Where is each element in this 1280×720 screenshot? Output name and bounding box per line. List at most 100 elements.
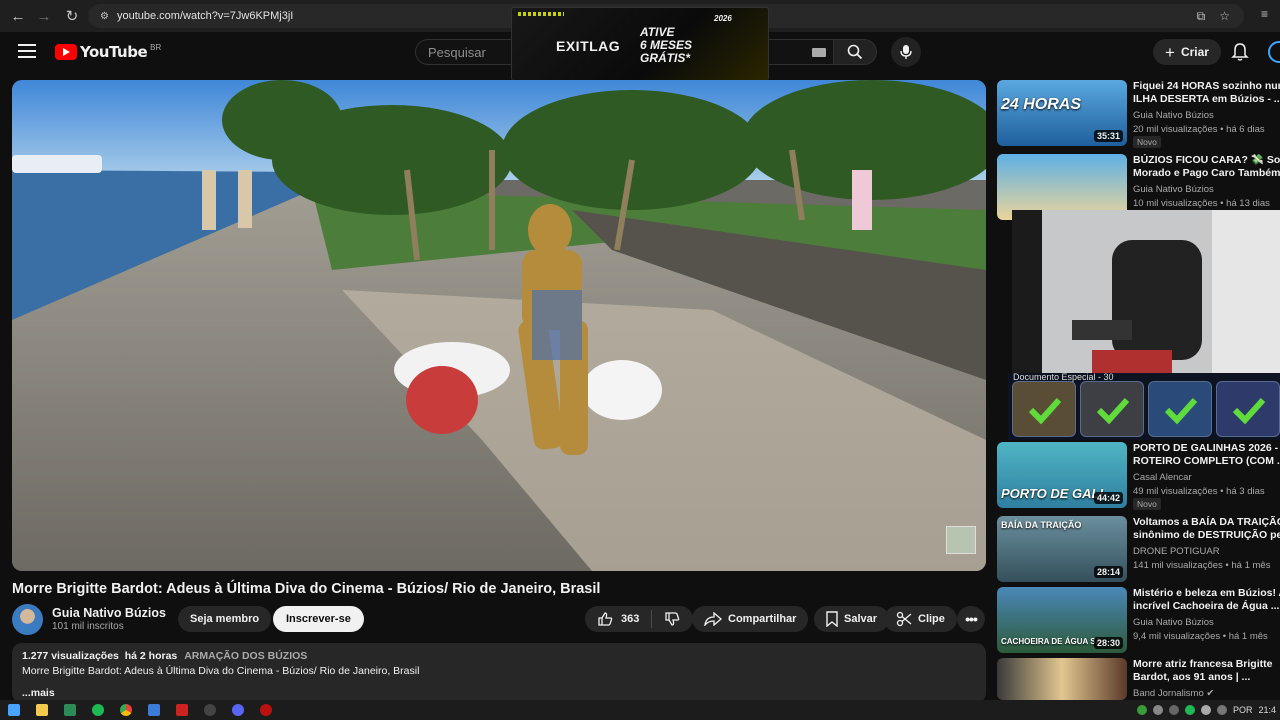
recommendation-channel[interactable]: Guia Nativo Búzios: [1133, 110, 1214, 121]
install-icon[interactable]: ⧉: [1197, 9, 1206, 24]
picture-in-picture-thumbnail[interactable]: [946, 526, 976, 554]
video-thumbnail[interactable]: 24 HORAS 35:31: [997, 80, 1127, 146]
recommendation-item[interactable]: 24 HORAS 35:31 Fiquei 24 HORAS sozinho n…: [997, 80, 1280, 148]
site-info-icon[interactable]: ⚙: [100, 11, 109, 22]
like-dislike-group: 363: [585, 606, 693, 632]
youtube-play-icon: [55, 44, 77, 60]
tray-icon[interactable]: [1200, 705, 1211, 715]
recommendation-channel[interactable]: Guia Nativo Búzios: [1133, 184, 1214, 195]
file-explorer-icon[interactable]: [36, 704, 48, 716]
forward-icon[interactable]: →: [30, 2, 58, 30]
clock[interactable]: 21:4: [1258, 705, 1276, 715]
search-button[interactable]: [833, 39, 877, 65]
app-icon[interactable]: [64, 704, 76, 716]
tray-icon[interactable]: [1168, 705, 1179, 715]
hamburger-menu-icon[interactable]: [18, 44, 36, 58]
video-thumbnail[interactable]: BAÍA DA TRAIÇÃO 28:14: [997, 516, 1127, 582]
dislike-button[interactable]: [652, 606, 692, 632]
voice-search-button[interactable]: [891, 37, 921, 67]
ad-tag: 2026: [714, 14, 732, 23]
recommendation-title[interactable]: Voltamos a BAÍA DA TRAIÇÃO: sinônimo de D…: [1133, 516, 1280, 542]
bookmark-icon: [826, 611, 838, 627]
description-text: Morre Brigitte Bardot: Adeus à Última Di…: [22, 665, 420, 677]
account-avatar[interactable]: [1268, 41, 1280, 63]
spotify-icon[interactable]: [92, 704, 104, 716]
keyboard-icon[interactable]: [812, 48, 826, 57]
language-indicator[interactable]: POR: [1233, 705, 1253, 715]
check-icon: [1012, 381, 1076, 437]
check-icon: [1148, 381, 1212, 437]
video-thumbnail[interactable]: CACHOEIRA DE ÁGUA SA 28:30: [997, 587, 1127, 653]
plus-icon: +: [1165, 42, 1175, 62]
obs-icon[interactable]: [204, 704, 216, 716]
tray-icon[interactable]: [1136, 705, 1147, 715]
recommendation-item[interactable]: PORTO DE GALI 44:42 PORTO DE GALINHAS 20…: [997, 442, 1280, 510]
subscribe-button[interactable]: Inscrever-se: [273, 606, 364, 632]
like-count: 363: [621, 613, 640, 625]
app-icon[interactable]: [260, 704, 272, 716]
recommendation-channel[interactable]: Guia Nativo Búzios: [1133, 617, 1214, 628]
recommendation-channel[interactable]: DRONE POTIGUAR: [1133, 546, 1220, 557]
webcam-frame: [1012, 210, 1280, 373]
hashtag-link[interactable]: ARMAÇÃO DOS BÚZIOS: [184, 650, 307, 662]
exitlag-ad-banner[interactable]: 2026 EXITLAG ATIVE 6 MESES GRÁTIS*: [512, 8, 768, 80]
recommendation-title[interactable]: PORTO DE GALINHAS 2026 - ROTEIRO COMPLETO…: [1133, 442, 1280, 468]
recommendation-views: 141 mil visualizações • há 1 mês: [1133, 560, 1271, 571]
recommendation-title[interactable]: Morre atriz francesa Brigitte Bardot, aos…: [1133, 658, 1280, 684]
discord-icon[interactable]: [232, 704, 244, 716]
chrome-icon[interactable]: [120, 704, 132, 716]
more-actions-button[interactable]: •••: [957, 606, 985, 632]
new-badge: Novo: [1133, 136, 1161, 148]
reload-icon[interactable]: ↻: [58, 2, 86, 30]
tray-icon[interactable]: [1184, 705, 1195, 715]
notifications-bell-icon[interactable]: [1230, 42, 1250, 62]
new-badge: Novo: [1133, 498, 1161, 510]
app-icon[interactable]: [176, 704, 188, 716]
tray-icon[interactable]: [1216, 705, 1227, 715]
star-icon[interactable]: ☆: [1219, 9, 1230, 24]
recommendation-views: 10 mil visualizações • há 13 dias: [1133, 198, 1270, 209]
recommendation-item[interactable]: BAÍA DA TRAIÇÃO 28:14 Voltamos a BAÍA DA…: [997, 516, 1280, 582]
channel-actions-row: Guia Nativo Búzios 101 mil inscritos Sej…: [12, 604, 986, 635]
back-icon[interactable]: ←: [4, 2, 32, 30]
ad-message: ATIVE 6 MESES GRÁTIS*: [640, 25, 693, 65]
channel-name[interactable]: Guia Nativo Búzios: [52, 606, 166, 620]
share-icon: [704, 612, 722, 626]
youtube-logo[interactable]: YouTube BR: [55, 43, 161, 61]
menu-icon[interactable]: ≡: [1261, 7, 1268, 21]
recommendation-channel[interactable]: Band Jornalismo ✔: [1133, 688, 1214, 699]
show-more-link[interactable]: ...mais: [22, 687, 976, 699]
more-horizontal-icon: •••: [965, 611, 978, 627]
recommendation-item[interactable]: CACHOEIRA DE ÁGUA SA 28:30 Mistério e be…: [997, 587, 1280, 653]
view-stats: 1.277 visualizações há 2 horas ARMAÇÃO D…: [22, 650, 308, 662]
recommendation-views: 49 mil visualizações • há 3 dias: [1133, 486, 1265, 497]
thumbs-up-icon: [598, 612, 613, 626]
video-thumbnail[interactable]: PORTO DE GALI 44:42: [997, 442, 1127, 508]
recommendation-views: 9,4 mil visualizações • há 1 mês: [1133, 631, 1268, 642]
save-button[interactable]: Salvar: [814, 606, 890, 632]
app-icon[interactable]: [148, 704, 160, 716]
video-frame: [12, 80, 986, 571]
description-box[interactable]: 1.277 visualizações há 2 horas ARMAÇÃO D…: [12, 643, 986, 703]
like-button[interactable]: 363: [585, 606, 651, 632]
channel-avatar[interactable]: [12, 604, 43, 635]
video-player[interactable]: [12, 80, 986, 571]
recommendation-title[interactable]: Mistério e beleza em Búzios! Aincrível C…: [1133, 587, 1280, 613]
recommendation-title[interactable]: BÚZIOS FICOU CARA? 💸 Sou Morado e Pago Ca…: [1133, 154, 1280, 180]
video-thumbnail[interactable]: [997, 658, 1127, 700]
tray-icon[interactable]: [1152, 705, 1163, 715]
clip-button[interactable]: Clipe: [884, 606, 957, 632]
search-icon: [847, 44, 863, 60]
recommendation-channel[interactable]: Casal Alencar: [1133, 472, 1192, 483]
thumbs-down-icon: [665, 612, 680, 626]
video-title: Morre Brigitte Bardot: Adeus à Última Di…: [12, 581, 601, 597]
check-icon: [1216, 381, 1280, 437]
recommendation-item[interactable]: Morre atriz francesa Brigitte Bardot, aos…: [997, 658, 1280, 700]
create-button[interactable]: + Criar: [1153, 39, 1221, 65]
windows-start-icon[interactable]: [8, 704, 20, 716]
recommendation-title[interactable]: Fiquei 24 HORAS sozinho numa ILHA DESERTA…: [1133, 80, 1280, 106]
scissors-icon: [896, 611, 912, 627]
recommendation-views: 20 mil visualizações • há 6 dias: [1133, 124, 1265, 135]
share-button[interactable]: Compartilhar: [692, 606, 809, 632]
join-button[interactable]: Seja membro: [178, 606, 272, 632]
